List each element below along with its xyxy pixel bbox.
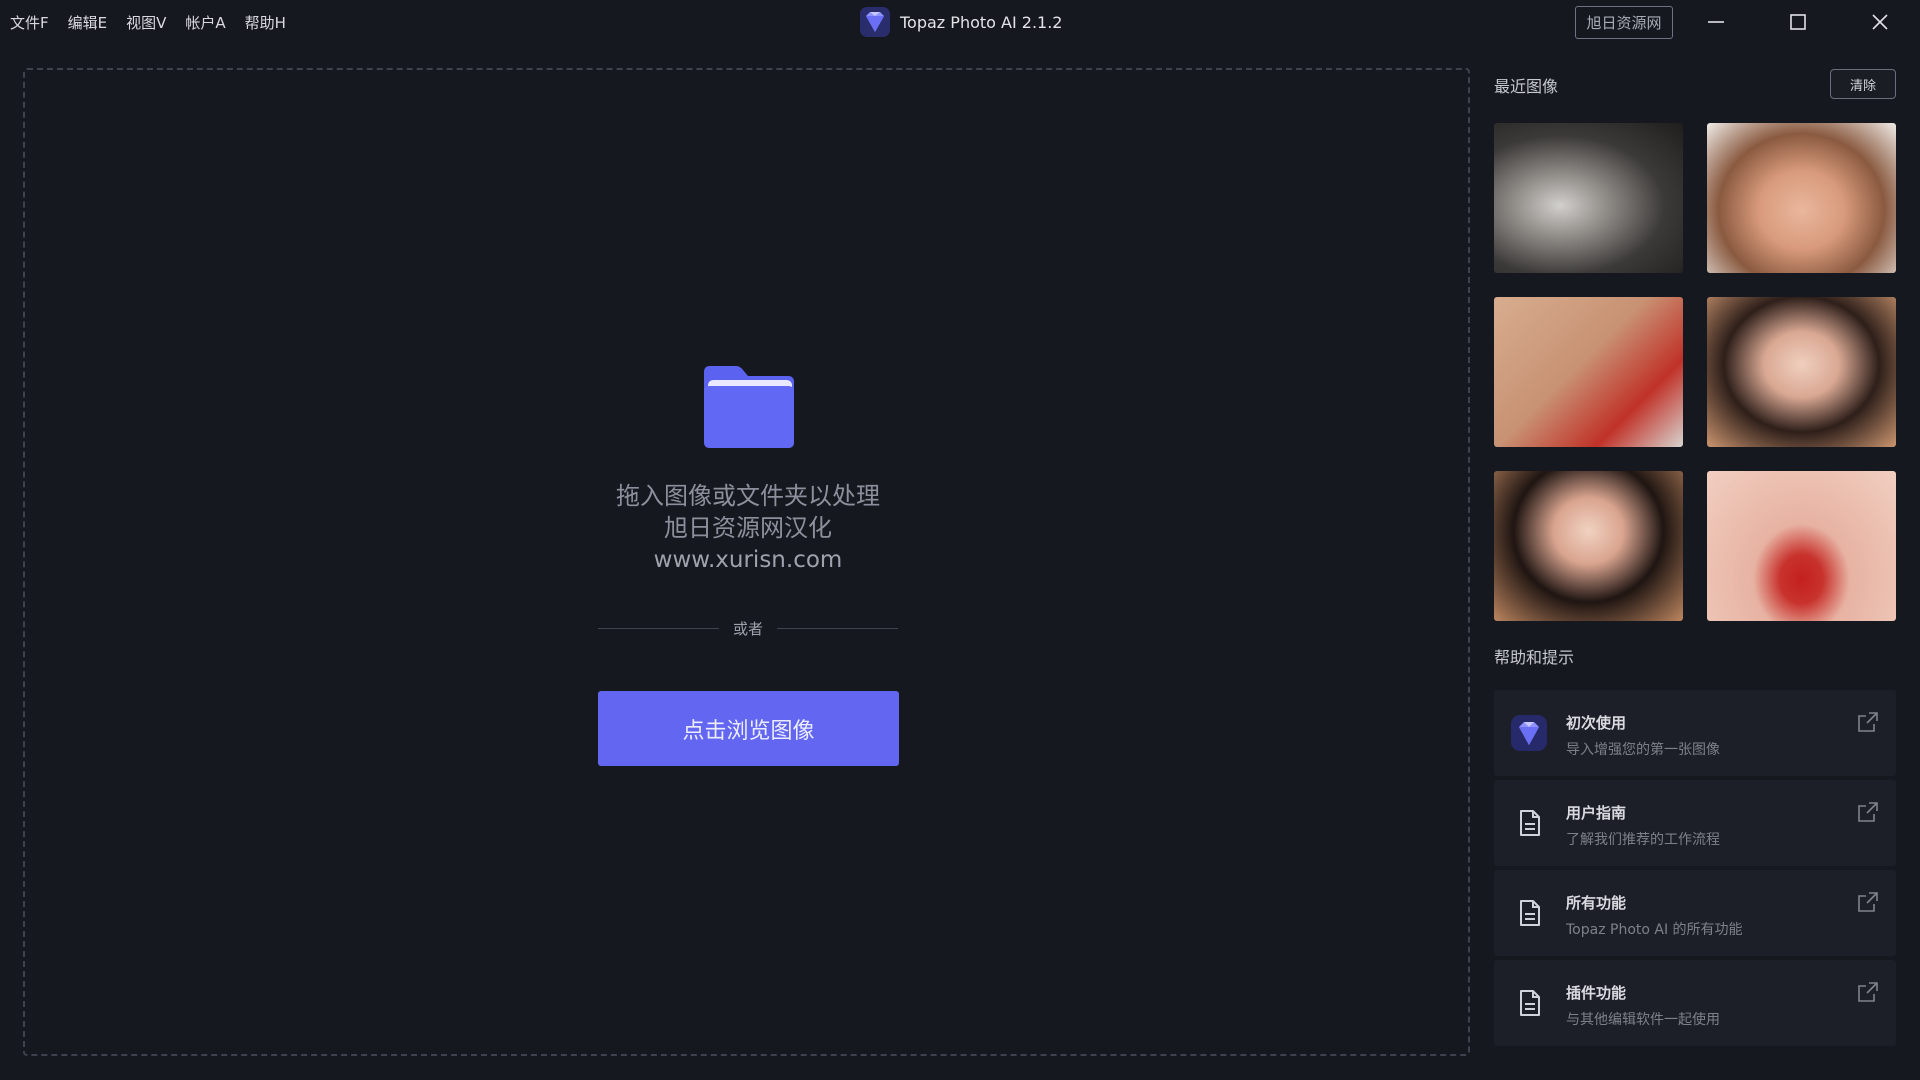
external-link-icon (1858, 982, 1878, 1002)
app-title-group: Topaz Photo AI 2.1.2 (860, 7, 1062, 37)
menu-account[interactable]: 帐户A (185, 12, 225, 33)
close-button[interactable] (1848, 0, 1912, 44)
help-card-all-features[interactable]: 所有功能 Topaz Photo AI 的所有功能 (1494, 870, 1896, 956)
close-icon (1872, 14, 1888, 30)
menu-edit[interactable]: 编辑E (68, 12, 107, 33)
maximize-icon (1790, 14, 1806, 30)
drop-instructions: 拖入图像或文件夹以处理 旭日资源网汉化 www.xurisn.com (548, 480, 948, 576)
help-tips-title: 帮助和提示 (1494, 648, 1575, 667)
maximize-button[interactable] (1766, 0, 1830, 44)
drop-text-line2: 旭日资源网汉化 (664, 514, 832, 542)
browse-images-button[interactable]: 点击浏览图像 (598, 691, 899, 766)
document-icon (1520, 990, 1540, 1016)
document-icon (1520, 810, 1540, 836)
site-badge[interactable]: 旭日资源网 (1575, 6, 1673, 39)
help-card-subtitle: 与其他编辑软件一起使用 (1566, 1012, 1720, 1028)
help-card-subtitle: Topaz Photo AI 的所有功能 (1566, 922, 1743, 938)
recent-image-thumbnail[interactable] (1494, 123, 1683, 273)
menu-view[interactable]: 视图V (126, 12, 166, 33)
folder-icon (704, 366, 794, 448)
divider-line-left (598, 627, 719, 629)
document-icon (1520, 900, 1540, 926)
drop-text-url: www.xurisn.com (653, 547, 843, 573)
minimize-icon (1708, 21, 1724, 23)
help-card-title: 所有功能 (1566, 894, 1627, 912)
recent-image-thumbnail[interactable] (1494, 471, 1683, 621)
menu-file[interactable]: 文件F (10, 12, 49, 33)
help-card-subtitle: 了解我们推荐的工作流程 (1566, 832, 1720, 848)
recent-image-thumbnail[interactable] (1707, 471, 1896, 621)
divider-line-right (777, 627, 899, 629)
drop-zone[interactable]: 拖入图像或文件夹以处理 旭日资源网汉化 www.xurisn.com 或者 点击… (23, 68, 1470, 1056)
help-card-title: 插件功能 (1566, 984, 1627, 1002)
clear-recent-button[interactable]: 清除 (1830, 69, 1896, 99)
or-divider: 或者 (598, 618, 899, 638)
title-bar: 文件F 编辑E 视图V 帐户A 帮助H Topaz Photo AI 2.1.2… (0, 0, 1920, 44)
external-link-icon (1858, 892, 1878, 912)
or-label: 或者 (733, 619, 764, 638)
external-link-icon (1858, 712, 1878, 732)
help-card-title: 初次使用 (1566, 714, 1627, 732)
help-card-first-use[interactable]: 初次使用 导入增强您的第一张图像 (1494, 690, 1896, 776)
help-card-plugins[interactable]: 插件功能 与其他编辑软件一起使用 (1494, 960, 1896, 1046)
help-card-title: 用户指南 (1566, 804, 1627, 822)
drop-text-line1: 拖入图像或文件夹以处理 (616, 482, 880, 510)
menu-help[interactable]: 帮助H (245, 12, 286, 33)
recent-images-title: 最近图像 (1494, 77, 1559, 96)
external-link-icon (1858, 802, 1878, 822)
recent-image-thumbnail[interactable] (1494, 297, 1683, 447)
menu-bar: 文件F 编辑E 视图V 帐户A 帮助H (10, 12, 286, 33)
topaz-logo-icon (1511, 715, 1547, 751)
help-card-subtitle: 导入增强您的第一张图像 (1566, 742, 1720, 758)
topaz-logo-icon (860, 7, 890, 37)
recent-image-thumbnail[interactable] (1707, 123, 1896, 273)
help-card-user-guide[interactable]: 用户指南 了解我们推荐的工作流程 (1494, 780, 1896, 866)
app-title: Topaz Photo AI 2.1.2 (900, 12, 1063, 32)
minimize-button[interactable] (1684, 0, 1748, 44)
recent-image-thumbnail[interactable] (1707, 297, 1896, 447)
